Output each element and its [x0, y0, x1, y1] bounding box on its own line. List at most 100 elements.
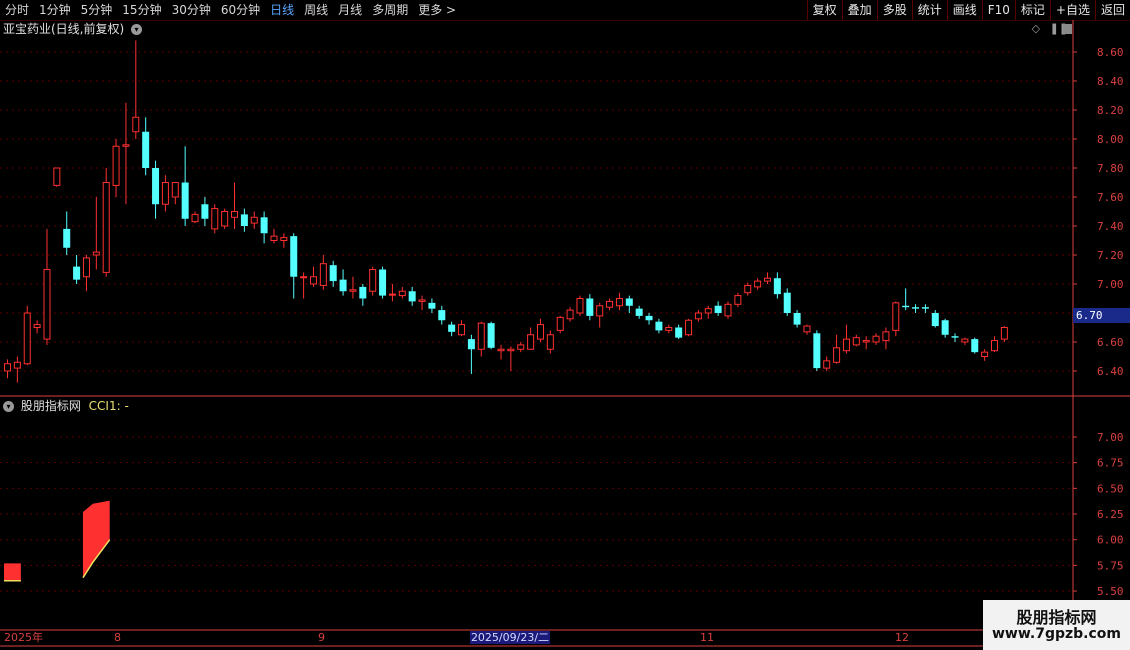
candle-body-up — [171, 182, 179, 198]
watermark-url: www.7gpzb.com — [991, 626, 1121, 642]
candle-body-up — [803, 325, 811, 333]
x-label-sep: 9 — [318, 631, 325, 644]
candle-body-up — [231, 211, 239, 218]
period-tab-2[interactable]: 5分钟 — [76, 0, 118, 20]
indicator-y-tick-label: 6.00 — [1097, 534, 1124, 547]
indicator-title: ▾ 股朋指标网 CCI1: - — [3, 398, 129, 414]
y-tick-label: 8.40 — [1097, 75, 1124, 88]
watermark-logo: 股朋指标网 www.7gpzb.com — [983, 600, 1130, 650]
toolbar-button-4[interactable]: 画线 — [946, 0, 982, 20]
candle-body-up — [991, 340, 998, 352]
candle-body-up — [221, 211, 229, 227]
toolbar-button-2[interactable]: 多股 — [876, 0, 912, 20]
candle-body-down — [329, 265, 337, 282]
indicator-area-0 — [4, 563, 21, 581]
period-tab-5[interactable]: 60分钟 — [216, 0, 265, 20]
diamond-icon[interactable]: ◇ — [1032, 22, 1040, 35]
y-tick-label: 6.40 — [1097, 365, 1124, 378]
function-buttons: 复权 叠加 多股 统计 画线 F10 标记 +自选 返回 — [806, 0, 1130, 20]
toolbar-button-6[interactable]: 标记 — [1014, 0, 1050, 20]
toolbar-button-1[interactable]: 叠加 — [841, 0, 877, 20]
toolbar-button-5[interactable]: F10 — [981, 0, 1015, 20]
candle-body-up — [685, 319, 693, 336]
candle-body-down — [941, 320, 949, 335]
candle-body-down — [181, 182, 189, 219]
candle-body-down — [625, 298, 633, 306]
cursor-date: 2025/09/23/二 — [470, 631, 550, 644]
period-tab-7[interactable]: 周线 — [299, 0, 333, 20]
candle-body-down — [260, 217, 268, 234]
candle-body-up — [536, 324, 544, 340]
candle-body-down — [971, 339, 979, 353]
period-tab-6[interactable]: 日线 — [265, 0, 299, 20]
candle-body-up — [497, 348, 505, 352]
period-tab-8[interactable]: 月线 — [333, 0, 367, 20]
period-tab-9[interactable]: 多周期 — [367, 0, 413, 20]
candle-body-up — [388, 293, 396, 296]
period-tab-3[interactable]: 15分钟 — [117, 0, 166, 20]
candle-body-up — [556, 316, 564, 331]
y-tick-label: 8.60 — [1097, 46, 1124, 59]
candle-body-up — [477, 322, 485, 350]
candle-body-up — [161, 182, 169, 205]
period-tab-1[interactable]: 1分钟 — [34, 0, 76, 20]
candle-body-down — [290, 236, 298, 277]
pause-icon[interactable]: ❚❚ — [1050, 22, 1068, 35]
candle-body-down — [467, 339, 475, 350]
candle-body-up — [349, 289, 357, 292]
candle-body-up — [369, 269, 377, 292]
period-tab-4[interactable]: 30分钟 — [167, 0, 216, 20]
candle-body-down — [73, 266, 81, 280]
candle-body-up — [132, 116, 140, 133]
candle-body-up — [852, 337, 860, 346]
candle-body-down — [645, 315, 653, 321]
x-label-year: 2025年 — [4, 631, 43, 644]
candle-body-up — [694, 312, 702, 320]
candle-body-up — [398, 290, 406, 297]
candle-body-up — [981, 351, 989, 357]
x-label-nov: 11 — [700, 631, 714, 644]
candle-body-up — [270, 235, 278, 241]
candle-body-down — [339, 279, 347, 292]
toolbar-button-3[interactable]: 统计 — [911, 0, 947, 20]
toolbar-button-0[interactable]: 复权 — [806, 0, 842, 20]
candle-body-up — [280, 237, 288, 242]
candle-body-up — [872, 335, 880, 343]
candle-body-down — [240, 214, 248, 226]
candle-body-up — [754, 280, 762, 288]
candle-body-up — [744, 284, 752, 294]
chevron-down-icon[interactable]: ▾ — [3, 401, 14, 412]
candle-body-up — [527, 334, 535, 350]
period-tab-10[interactable]: 更多 > — [413, 0, 461, 20]
indicator-y-tick-label: 6.50 — [1097, 482, 1124, 495]
current-price-tag: 6.70 — [1073, 308, 1130, 323]
period-tab-0[interactable]: 分时 — [0, 0, 34, 20]
toolbar-button-7[interactable]: +自选 — [1049, 0, 1095, 20]
candle-body-down — [675, 327, 683, 338]
candle-body-up — [842, 338, 850, 352]
candle-body-down — [152, 168, 160, 205]
y-tick-label: 8.00 — [1097, 133, 1124, 146]
candle-body-down — [793, 313, 801, 325]
indicator-y-tick-label: 7.00 — [1097, 431, 1124, 444]
candle-body-up — [250, 216, 258, 224]
candle-body-down — [487, 323, 495, 348]
candle-body-up — [665, 327, 673, 331]
candle-body-up — [704, 308, 712, 314]
y-tick-label: 6.60 — [1097, 336, 1124, 349]
chart-tools: ◇ ❚❚ — [1026, 22, 1068, 35]
candle-body-up — [82, 257, 90, 278]
candle-body-up — [862, 340, 870, 343]
candle-body-down — [448, 324, 456, 332]
candle-body-down — [142, 131, 150, 168]
toolbar-button-8[interactable]: 返回 — [1094, 0, 1130, 20]
candle-body-up — [546, 334, 554, 350]
candle-body-down — [655, 321, 663, 331]
candle-body-down — [201, 204, 209, 219]
candle-body-down — [714, 305, 722, 313]
candle-body-down — [586, 298, 594, 316]
candle-body-up — [882, 331, 890, 342]
candle-body-down — [438, 310, 446, 321]
chevron-down-icon[interactable]: ▾ — [131, 24, 143, 35]
y-tick-label: 7.40 — [1097, 220, 1124, 233]
